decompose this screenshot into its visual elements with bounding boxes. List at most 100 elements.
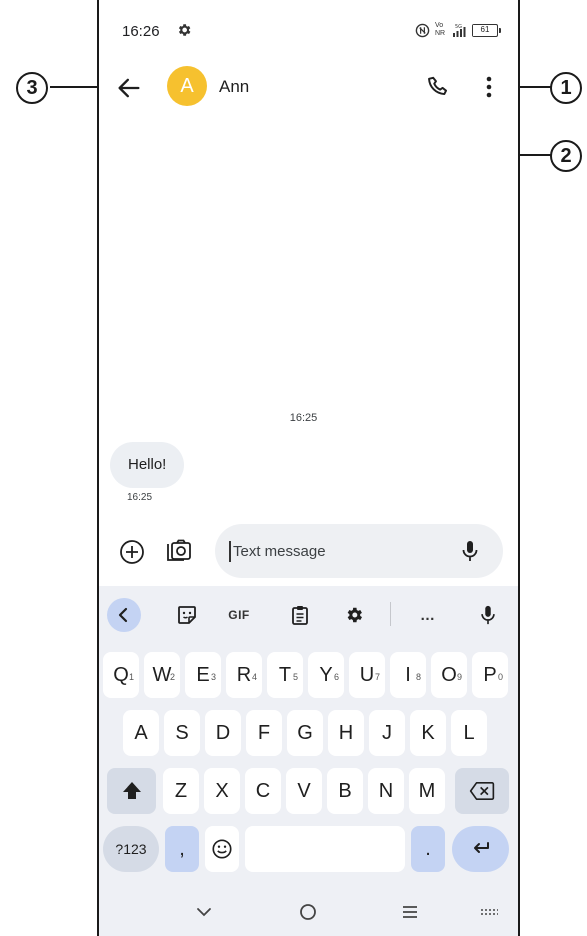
key-r[interactable]: R4 <box>226 652 262 698</box>
key-label: M <box>418 780 436 802</box>
key-c[interactable]: C <box>245 768 281 814</box>
keyboard-voice-button[interactable] <box>473 600 503 630</box>
symbols-key[interactable]: ?123 <box>103 826 159 872</box>
back-arrow-icon[interactable] <box>115 74 143 102</box>
gallery-camera-icon[interactable] <box>165 537 193 565</box>
key-p[interactable]: P0 <box>472 652 508 698</box>
shift-key[interactable] <box>107 768 156 814</box>
add-attachment-icon[interactable] <box>119 539 145 565</box>
more-vert-icon[interactable] <box>483 74 495 100</box>
key-label: Y <box>319 664 333 686</box>
key-hint: 2 <box>169 672 175 682</box>
key-label: B <box>338 780 352 802</box>
nav-hide-keyboard-icon[interactable] <box>192 900 216 924</box>
phone-screen: 16:26 Vo NR 5G 61 A Ann 16:25 Hello! 16:… <box>97 0 520 936</box>
key-label: E <box>196 664 210 686</box>
key-g[interactable]: G <box>287 710 323 756</box>
key-m[interactable]: M <box>409 768 445 814</box>
key-label: V <box>297 780 311 802</box>
comma-key[interactable]: , <box>165 826 199 872</box>
key-w[interactable]: W2 <box>144 652 180 698</box>
key-k[interactable]: K <box>410 710 446 756</box>
key-label: U <box>359 664 375 686</box>
key-v[interactable]: V <box>286 768 322 814</box>
key-l[interactable]: L <box>451 710 487 756</box>
space-bar[interactable] <box>245 826 405 872</box>
message-time: 16:25 <box>127 492 153 503</box>
key-hint: 8 <box>415 672 421 682</box>
emoji-icon <box>212 839 232 859</box>
key-label: Q <box>113 664 129 686</box>
sticker-button[interactable] <box>172 600 202 630</box>
keyboard-settings-button[interactable] <box>339 600 369 630</box>
shift-arrow-icon <box>122 782 141 799</box>
key-a[interactable]: A <box>123 710 159 756</box>
status-time: 16:26 <box>122 23 160 40</box>
key-label: C <box>255 780 271 802</box>
key-o[interactable]: O9 <box>431 652 467 698</box>
toolbar-divider <box>390 602 391 626</box>
key-e[interactable]: E3 <box>185 652 221 698</box>
keyboard: GIF … Q1W2E3R4T 5 Y 6 U 7 I 8 O 9 P 0 A … <box>99 586 518 936</box>
chevron-left-icon <box>118 607 128 623</box>
nav-home-icon[interactable] <box>296 900 320 924</box>
enter-key[interactable] <box>452 826 509 872</box>
key-d[interactable]: D <box>205 710 241 756</box>
key-hint: 1 <box>128 672 134 682</box>
callout-3-badge: 3 <box>16 72 48 104</box>
enter-arrow-icon <box>473 842 489 853</box>
key-hint: 6 <box>333 672 339 682</box>
nav-keyboard-switch-icon[interactable] <box>477 900 501 924</box>
key-j[interactable]: J <box>369 710 405 756</box>
backspace-icon <box>469 782 495 800</box>
nav-recents-icon[interactable] <box>398 900 422 924</box>
key-label: F <box>257 722 271 744</box>
key-t[interactable]: T5 <box>267 652 303 698</box>
gif-button[interactable]: GIF <box>224 600 254 630</box>
key-s[interactable]: S <box>164 710 200 756</box>
key-label: L <box>463 722 475 744</box>
contact-name[interactable]: Ann <box>219 77 249 97</box>
key-x[interactable]: X <box>204 768 240 814</box>
keyboard-collapse-button[interactable] <box>107 598 141 632</box>
key-label: O <box>441 664 457 686</box>
system-navigation-bar <box>99 900 518 936</box>
key-h[interactable]: H <box>328 710 364 756</box>
settings-gear-icon <box>178 24 191 36</box>
key-label: N <box>378 780 394 802</box>
key-label: D <box>215 722 231 744</box>
key-n[interactable]: N <box>368 768 404 814</box>
key-label: S <box>175 722 189 744</box>
key-z[interactable]: Z <box>163 768 199 814</box>
text-cursor <box>229 541 231 562</box>
battery-percent: 61 <box>480 24 490 34</box>
key-label: W <box>152 664 172 686</box>
key-i[interactable]: I8 <box>390 652 426 698</box>
key-label: J <box>382 722 392 744</box>
clipboard-icon <box>292 606 308 625</box>
avatar[interactable]: A <box>167 66 207 106</box>
key-label: H <box>338 722 354 744</box>
voice-input-mic-icon[interactable] <box>459 539 481 563</box>
key-hint: 0 <box>497 672 503 682</box>
conversation-timestamp: 16:25 <box>289 412 318 424</box>
message-placeholder: Text message <box>233 543 326 560</box>
backspace-key[interactable] <box>455 768 509 814</box>
key-hint: 9 <box>456 672 462 682</box>
status-indicators: Vo NR 5G 61 <box>415 20 501 40</box>
message-input[interactable]: Text message <box>215 524 503 578</box>
key-y[interactable]: Y6 <box>308 652 344 698</box>
period-key[interactable]: . <box>411 826 445 872</box>
message-bubble[interactable]: Hello! <box>110 442 185 488</box>
key-label: I <box>405 664 411 686</box>
phone-call-icon[interactable] <box>426 74 452 100</box>
clipboard-button[interactable] <box>285 600 315 630</box>
key-q[interactable]: Q1 <box>103 652 139 698</box>
emoji-key[interactable] <box>205 826 239 872</box>
more-options-button[interactable]: … <box>413 600 443 630</box>
key-u[interactable]: U7 <box>349 652 385 698</box>
callout-1-badge: 1 <box>550 72 582 104</box>
key-f[interactable]: F <box>246 710 282 756</box>
key-b[interactable]: B <box>327 768 363 814</box>
conversation-header: A Ann <box>99 62 518 114</box>
